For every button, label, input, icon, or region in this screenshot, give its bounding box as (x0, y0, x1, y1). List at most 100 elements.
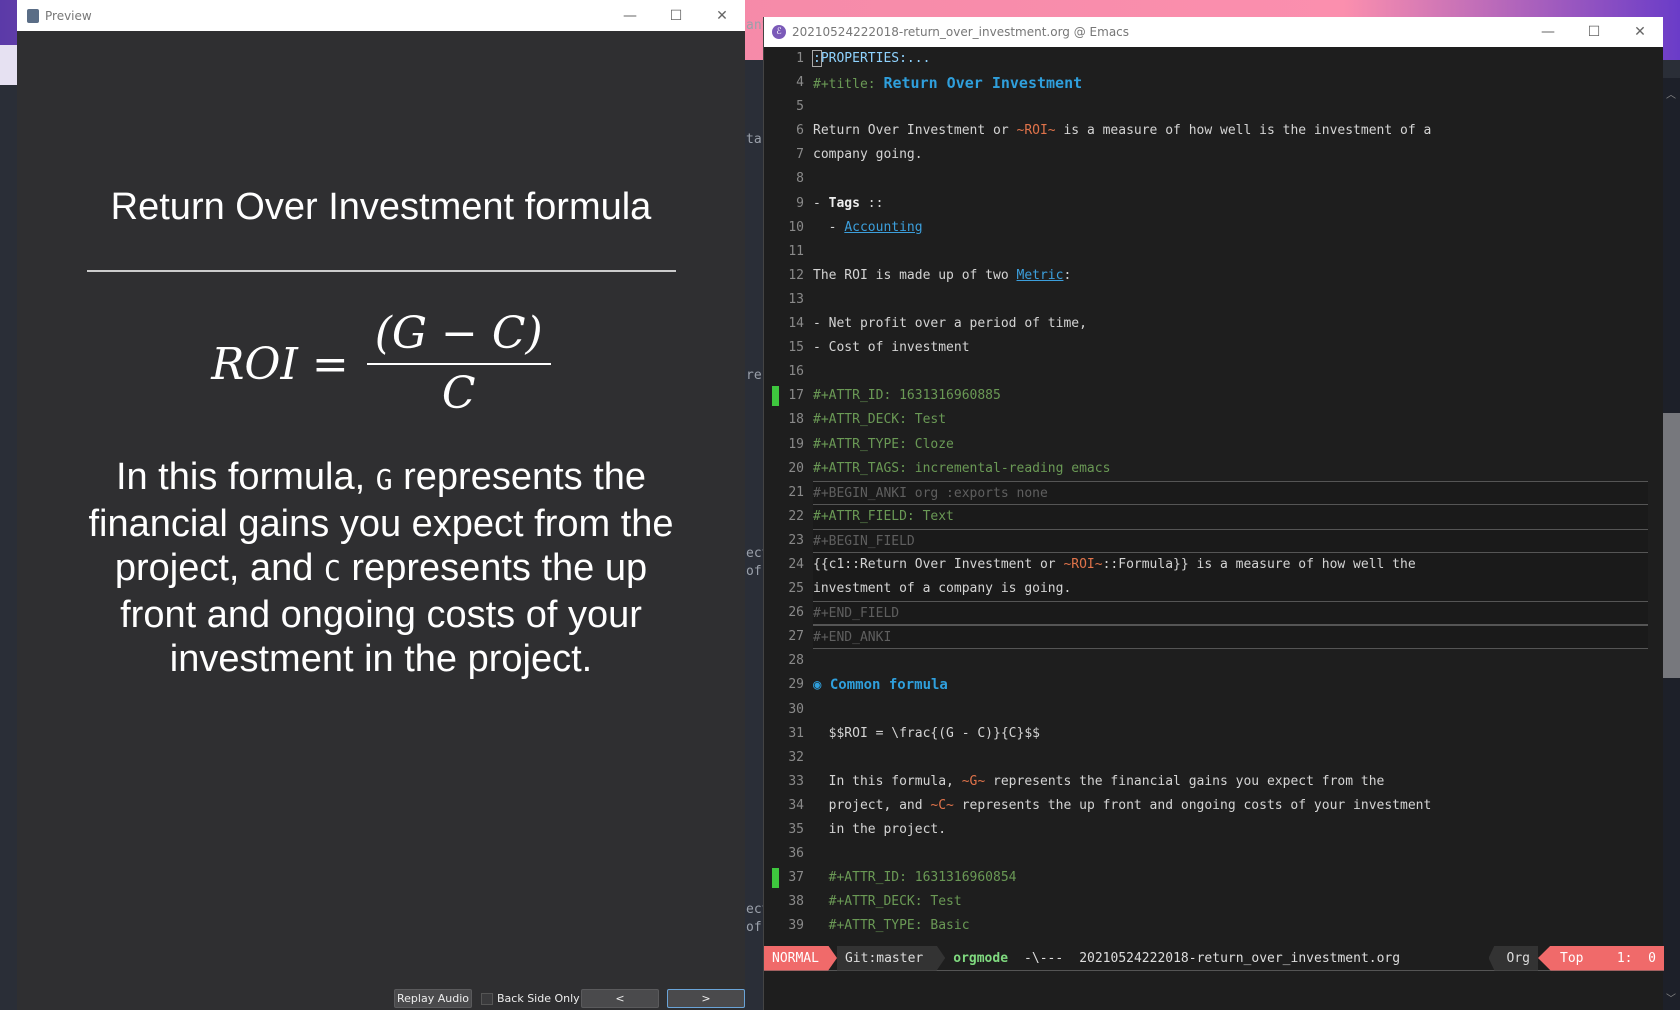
org-link[interactable]: Accounting (844, 220, 922, 235)
editor-line[interactable]: 34 project, and ~C~ represents the up fr… (764, 794, 1664, 818)
fraction: (G − C) C (366, 305, 551, 423)
text-segment: #+END_FIELD (813, 606, 900, 622)
scrollbar-thumb[interactable] (1663, 413, 1680, 678)
line-number: 27 (788, 629, 804, 645)
minimize-button[interactable]: — (1525, 17, 1571, 47)
line-number: 38 (788, 894, 804, 910)
text-segment: : (812, 50, 822, 67)
editor-line[interactable]: 11 (764, 240, 1664, 264)
line-text: #+ATTR_DECK: Test (813, 408, 1648, 432)
text-segment: is a measure of how well is the investme… (1055, 123, 1432, 139)
editor-line[interactable]: 22 #+ATTR_FIELD: Text (764, 504, 1664, 529)
line-number: 36 (788, 846, 804, 862)
editor-line[interactable]: 10 - Accounting (764, 216, 1664, 240)
evil-state: NORMAL (764, 945, 837, 971)
maximize-button[interactable]: ☐ (1571, 17, 1617, 47)
line-number: 6 (796, 123, 804, 139)
editor-line[interactable]: 33 In this formula, ~G~ represents the f… (764, 770, 1664, 794)
editor-line[interactable]: 8 (764, 167, 1664, 191)
editor-line[interactable]: 26 #+END_FIELD (764, 601, 1664, 626)
line-number: 32 (788, 749, 804, 765)
line-number: 9 (796, 195, 804, 211)
editor-line[interactable]: 4 #+title: Return Over Investment (764, 71, 1664, 95)
editor-line[interactable]: 31 $$ROI = \frac{(G - C)}{C}$$ (764, 722, 1664, 746)
editor-line[interactable]: 39 #+ATTR_TYPE: Basic (764, 914, 1664, 938)
editor-line[interactable]: 37 #+ATTR_ID: 1631316960854 (764, 866, 1664, 890)
line-number: 30 (788, 701, 804, 717)
editor-line[interactable]: 29 ◉ Common formula (764, 673, 1664, 697)
replay-audio-button[interactable]: Replay Audio (394, 989, 472, 1008)
back-side-only-checkbox[interactable] (481, 993, 493, 1005)
line-number: 31 (788, 725, 804, 741)
text-segment: in the project. (813, 822, 947, 837)
text-segment: In this formula, (813, 773, 962, 789)
editor-line[interactable]: 5 (764, 95, 1664, 119)
editor-line[interactable]: 38 #+ATTR_DECK: Test (764, 890, 1664, 914)
editor-line[interactable]: 20 #+ATTR_TAGS: incremental-reading emacs (764, 457, 1664, 481)
major-mode[interactable]: Org (1488, 945, 1538, 971)
background-text: re (746, 368, 762, 383)
text-segment: ~G~ (961, 773, 986, 789)
editor-line[interactable]: 1:PROPERTIES:... (764, 47, 1664, 71)
editor-line[interactable]: 25 investment of a company is going. (764, 577, 1664, 602)
editor-line[interactable]: 6 Return Over Investment or ~ROI~ is a me… (764, 119, 1664, 143)
close-button[interactable]: ✕ (699, 0, 745, 31)
roi-formula: ROI = (G − C) C (17, 305, 745, 423)
text-segment: :: (859, 195, 884, 211)
editor-line[interactable]: 16 (764, 360, 1664, 384)
line-text: #+ATTR_DECK: Test (813, 890, 1648, 914)
git-branch[interactable]: Git:master (836, 945, 946, 971)
editor-line[interactable]: 17 #+ATTR_ID: 1631316960885 (764, 384, 1664, 408)
editor-line[interactable]: 32 (764, 746, 1664, 770)
background-scrollbar[interactable]: ︿ ﹀ (1663, 78, 1680, 1010)
scroll-up-icon[interactable]: ︿ (1666, 86, 1676, 101)
close-button[interactable]: ✕ (1617, 17, 1663, 47)
anki-app-icon (27, 8, 39, 23)
line-number: 24 (788, 556, 804, 572)
line-number: 4 (796, 75, 804, 91)
minimize-button[interactable]: — (607, 0, 653, 31)
scroll-down-icon[interactable]: ﹀ (1666, 990, 1676, 1005)
line-text: Return Over Investment or ~ROI~ is a mea… (813, 119, 1648, 143)
editor-line[interactable]: 23 #+BEGIN_FIELD (764, 528, 1664, 553)
line-number: 33 (788, 773, 804, 789)
code-c: C (323, 554, 341, 587)
text-segment: #+title: (813, 77, 884, 93)
line-number: 11 (788, 243, 804, 259)
editor-line[interactable]: 27 #+END_ANKI (764, 625, 1664, 650)
line-text: $$ROI = \frac{(G - C)}{C}$$ (813, 722, 1648, 746)
line-number: 10 (788, 219, 804, 235)
text-segment: #+END_ANKI (813, 630, 892, 646)
text-segment: #+BEGIN_FIELD (813, 533, 915, 549)
editor-line[interactable]: 12 The ROI is made up of two Metric: (764, 264, 1664, 288)
editor-line[interactable]: 7 company going. (764, 143, 1664, 167)
editor-line[interactable]: 28 (764, 649, 1664, 673)
preview-window: Preview — ☐ ✕ Return Over Investment for… (17, 0, 745, 1010)
editor-line[interactable]: 15 - Cost of investment (764, 336, 1664, 360)
denominator: C (441, 368, 476, 419)
text-segment: $$ROI = \frac{(G - C)}{C}$$ (813, 725, 1040, 741)
editor-line[interactable]: 13 (764, 288, 1664, 312)
editor-line[interactable]: 21 #+BEGIN_ANKI org :exports none (764, 480, 1664, 505)
editor-line[interactable]: 14 - Net profit over a period of time, (764, 312, 1664, 336)
text-segment: PROPERTIES:... (820, 51, 931, 66)
line-number: 34 (788, 797, 804, 813)
org-link[interactable]: Metric (1017, 268, 1064, 283)
background-text: ta (746, 132, 762, 147)
editor-line[interactable]: 36 (764, 842, 1664, 866)
line-text: project, and ~C~ represents the up front… (813, 794, 1648, 818)
line-number: 23 (788, 532, 804, 548)
editor-line[interactable]: 35 in the project. (764, 818, 1664, 842)
next-button[interactable]: > (667, 989, 745, 1008)
mode-line: NORMAL Git:master orgmode -\--- 20210524… (764, 945, 1664, 971)
editor-line[interactable]: 9- Tags :: (764, 192, 1664, 216)
editor-line[interactable]: 30 (764, 698, 1664, 722)
line-text: company going. (813, 143, 1648, 167)
previous-button[interactable]: < (581, 989, 659, 1008)
maximize-button[interactable]: ☐ (653, 0, 699, 31)
text-segment: #+ATTR_TYPE: Cloze (813, 436, 954, 452)
editor-line[interactable]: 18 #+ATTR_DECK: Test (764, 408, 1664, 432)
editor-line[interactable]: 19 #+ATTR_TYPE: Cloze (764, 433, 1664, 457)
editor-buffer[interactable]: 1:PROPERTIES:... 4 #+title: Return Over In… (764, 47, 1664, 938)
editor-line[interactable]: 24 {{c1::Return Over Investment or ~ROI~:… (764, 552, 1664, 578)
